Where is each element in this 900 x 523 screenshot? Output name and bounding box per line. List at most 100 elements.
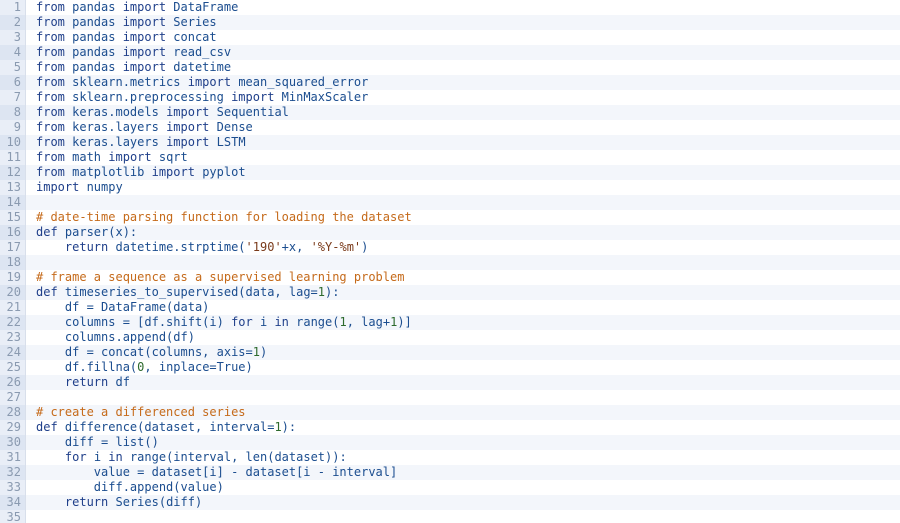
- code-text: def difference(dataset, interval=1):: [26, 420, 296, 435]
- code-token: from: [36, 90, 65, 104]
- code-line[interactable]: 14: [0, 195, 900, 210]
- code-line[interactable]: 25 df.fillna(0, inplace=True): [0, 360, 900, 375]
- code-token: keras.layers: [64, 135, 167, 149]
- code-token: import: [187, 75, 232, 89]
- code-token: return: [64, 240, 109, 254]
- code-line[interactable]: 8 from keras.models import Sequential: [0, 105, 900, 120]
- code-token: DataFrame: [166, 0, 239, 14]
- line-number: 35: [0, 510, 26, 523]
- code-line[interactable]: 31 for i in range(interval, len(dataset)…: [0, 450, 900, 465]
- code-token: +x,: [281, 240, 311, 254]
- code-text: diff = list(): [26, 435, 159, 450]
- line-number: 28: [0, 405, 26, 420]
- line-number: 18: [0, 255, 26, 270]
- code-token: from: [36, 135, 65, 149]
- code-token: import: [122, 60, 167, 74]
- code-line[interactable]: 35: [0, 510, 900, 523]
- code-token: diff = list(): [36, 435, 159, 449]
- line-number: 32: [0, 465, 26, 480]
- code-token: import: [166, 120, 210, 134]
- code-token: MinMaxScaler: [274, 90, 369, 104]
- code-line[interactable]: 29 def difference(dataset, interval=1):: [0, 420, 900, 435]
- code-line[interactable]: 15 # date-time parsing function for loadi…: [0, 210, 900, 225]
- code-line[interactable]: 1 from pandas import DataFrame: [0, 0, 900, 15]
- code-line[interactable]: 5 from pandas import datetime: [0, 60, 900, 75]
- code-line[interactable]: 3 from pandas import concat: [0, 30, 900, 45]
- code-text: # frame a sequence as a supervised learn…: [26, 270, 404, 285]
- code-line[interactable]: 21 df = DataFrame(data): [0, 300, 900, 315]
- code-token: df: [108, 375, 130, 389]
- code-line[interactable]: 18: [0, 255, 900, 270]
- code-token: pandas: [64, 60, 123, 74]
- code-token: from: [36, 105, 65, 119]
- code-line[interactable]: 17 return datetime.strptime('190'+x, '%Y…: [0, 240, 900, 255]
- code-token: # create a differenced series: [36, 405, 246, 419]
- code-token: sqrt: [151, 150, 188, 164]
- code-line[interactable]: 6 from sklearn.metrics import mean_square…: [0, 75, 900, 90]
- line-number: 24: [0, 345, 26, 360]
- code-token: columns = [df.shift(i): [36, 315, 232, 329]
- code-editor[interactable]: 1 from pandas import DataFrame 2 from panda…: [0, 0, 900, 523]
- code-token: df = concat(columns, axis=: [36, 345, 253, 359]
- code-line[interactable]: 19 # frame a sequence as a supervised lea…: [0, 270, 900, 285]
- code-token: pandas: [64, 30, 123, 44]
- line-number: 27: [0, 390, 26, 405]
- code-line[interactable]: 12 from matplotlib import pyplot: [0, 165, 900, 180]
- code-line[interactable]: 30 diff = list(): [0, 435, 900, 450]
- code-text: from matplotlib import pyplot: [26, 165, 246, 180]
- code-line[interactable]: 23 columns.append(df): [0, 330, 900, 345]
- code-line[interactable]: 4 from pandas import read_csv: [0, 45, 900, 60]
- code-line[interactable]: 7 from sklearn.preprocessing import MinMa…: [0, 90, 900, 105]
- code-token: 1: [274, 420, 282, 434]
- code-line[interactable]: 9 from keras.layers import Dense: [0, 120, 900, 135]
- code-text: df = DataFrame(data): [26, 300, 210, 315]
- code-line[interactable]: 16 def parser(x):: [0, 225, 900, 240]
- code-line[interactable]: 26 return df: [0, 375, 900, 390]
- line-number: 14: [0, 195, 26, 210]
- code-text: df = concat(columns, axis=1): [26, 345, 267, 360]
- code-token: Series(diff): [108, 495, 203, 509]
- code-text: return datetime.strptime('190'+x, '%Y-%m…: [26, 240, 368, 255]
- code-token: def: [36, 420, 58, 434]
- code-token: mean_squared_error: [231, 75, 369, 89]
- code-text: df.fillna(0, inplace=True): [26, 360, 253, 375]
- code-line[interactable]: 11 from math import sqrt: [0, 150, 900, 165]
- code-token: from: [36, 120, 65, 134]
- code-line[interactable]: 27: [0, 390, 900, 405]
- code-text: def timeseries_to_supervised(data, lag=1…: [26, 285, 339, 300]
- line-number: 15: [0, 210, 26, 225]
- line-number: 4: [0, 45, 26, 60]
- code-token: sklearn.preprocessing: [64, 90, 232, 104]
- code-line[interactable]: 10 from keras.layers import LSTM: [0, 135, 900, 150]
- code-line[interactable]: 20 def timeseries_to_supervised(data, lag…: [0, 285, 900, 300]
- code-token: matplotlib: [64, 165, 152, 179]
- line-number: 16: [0, 225, 26, 240]
- code-token: columns.append(df): [36, 330, 195, 344]
- line-number: 19: [0, 270, 26, 285]
- code-token: in: [108, 450, 123, 464]
- code-token: math: [64, 150, 109, 164]
- code-token: pandas: [64, 15, 123, 29]
- code-line[interactable]: 2 from pandas import Series: [0, 15, 900, 30]
- code-text: # create a differenced series: [26, 405, 246, 420]
- code-token: # date-time parsing function for loading…: [36, 210, 412, 224]
- line-number: 2: [0, 15, 26, 30]
- line-number: 5: [0, 60, 26, 75]
- code-token: ):: [281, 420, 297, 434]
- code-line[interactable]: 22 columns = [df.shift(i) for i in range…: [0, 315, 900, 330]
- code-token: df = DataFrame(data): [36, 300, 210, 314]
- code-line[interactable]: 34 return Series(diff): [0, 495, 900, 510]
- code-line[interactable]: 32 value = dataset[i] - dataset[i - inte…: [0, 465, 900, 480]
- code-line[interactable]: 33 diff.append(value): [0, 480, 900, 495]
- code-line[interactable]: 28 # create a differenced series: [0, 405, 900, 420]
- code-text: value = dataset[i] - dataset[i - interva…: [26, 465, 397, 480]
- code-line[interactable]: 24 df = concat(columns, axis=1): [0, 345, 900, 360]
- line-number: 23: [0, 330, 26, 345]
- code-token: )]: [397, 315, 412, 329]
- code-line[interactable]: 13 import numpy: [0, 180, 900, 195]
- line-number: 13: [0, 180, 26, 195]
- code-token: datetime: [166, 60, 232, 74]
- code-token: keras.models: [64, 105, 167, 119]
